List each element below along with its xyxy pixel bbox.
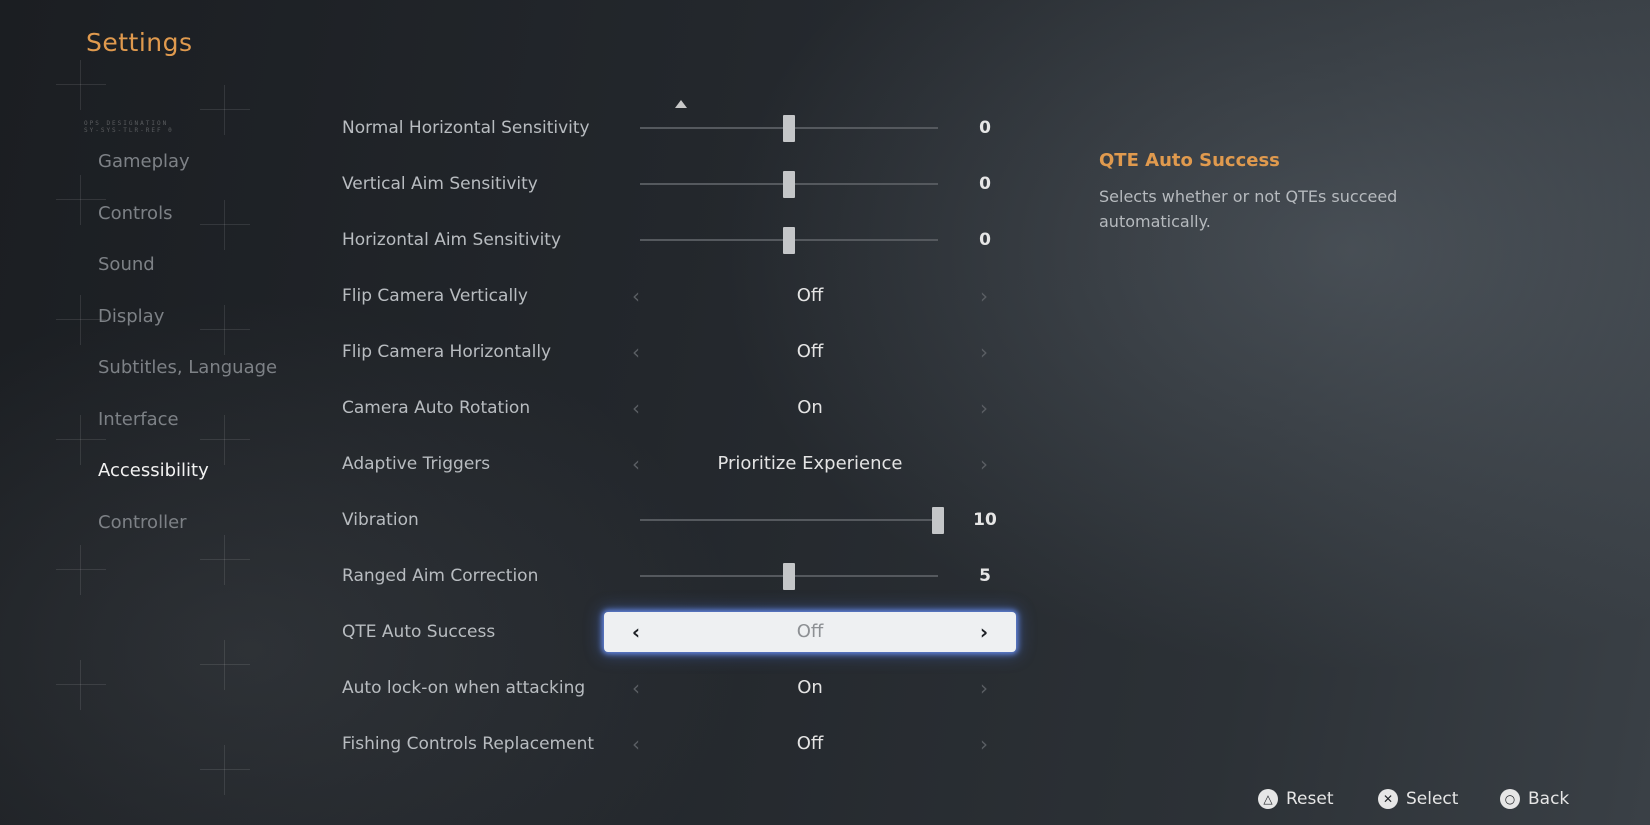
back-button[interactable]: ○ Back: [1500, 789, 1569, 809]
circle-button-icon: ○: [1500, 789, 1520, 809]
setting-label: Flip Camera Horizontally: [342, 342, 552, 362]
setting-row-camera-auto-rotation[interactable]: Camera Auto Rotation ‹ On ›: [0, 380, 1000, 436]
triangle-button-icon: △: [1258, 789, 1278, 809]
page-title: Settings: [86, 28, 193, 57]
chevron-left-icon[interactable]: ‹: [626, 324, 646, 380]
setting-row-normal-horizontal-sensitivity[interactable]: Normal Horizontal Sensitivity 0: [0, 100, 1000, 156]
option-value: Off: [796, 341, 824, 362]
slider-handle[interactable]: [783, 115, 795, 142]
slider-value: 5: [979, 566, 991, 586]
chevron-left-icon[interactable]: ‹: [626, 604, 646, 660]
slider-handle[interactable]: [783, 563, 795, 590]
chevron-right-icon[interactable]: ›: [974, 380, 994, 436]
chevron-left-icon[interactable]: ‹: [626, 268, 646, 324]
setting-label: Vertical Aim Sensitivity: [342, 174, 538, 194]
reset-button[interactable]: △ Reset: [1258, 789, 1334, 809]
option-value: Off: [796, 621, 824, 642]
chevron-left-icon[interactable]: ‹: [626, 380, 646, 436]
chevron-right-icon[interactable]: ›: [974, 716, 994, 772]
chevron-right-icon[interactable]: ›: [974, 604, 994, 660]
slider-track[interactable]: [640, 519, 938, 521]
option-value: On: [797, 677, 823, 698]
back-label: Back: [1528, 789, 1570, 809]
setting-row-horizontal-aim-sensitivity[interactable]: Horizontal Aim Sensitivity 0: [0, 212, 1000, 268]
chevron-right-icon[interactable]: ›: [974, 268, 994, 324]
setting-row-fishing-controls-replacement[interactable]: Fishing Controls Replacement ‹ Off ›: [0, 716, 1000, 772]
cross-button-icon: ✕: [1378, 789, 1398, 809]
setting-row-flip-camera-vertically[interactable]: Flip Camera Vertically ‹ Off ›: [0, 268, 1000, 324]
setting-label: Camera Auto Rotation: [342, 398, 531, 418]
setting-row-vibration[interactable]: Vibration 10: [0, 492, 1000, 548]
slider-handle[interactable]: [932, 507, 944, 534]
description-text: Selects whether or not QTEs succeed auto…: [1099, 187, 1398, 231]
option-value: Off: [796, 285, 824, 306]
option-value: Off: [796, 733, 824, 754]
setting-label: Adaptive Triggers: [342, 454, 491, 474]
slider-value: 0: [979, 118, 991, 138]
chevron-left-icon[interactable]: ‹: [626, 436, 646, 492]
setting-row-adaptive-triggers[interactable]: Adaptive Triggers ‹ Prioritize Experience ›: [0, 436, 1000, 492]
description-title: QTE Auto Success: [1099, 150, 1280, 171]
setting-label: Vibration: [342, 510, 419, 530]
chevron-right-icon[interactable]: ›: [974, 324, 994, 380]
chevron-right-icon[interactable]: ›: [974, 436, 994, 492]
option-value: On: [797, 397, 823, 418]
slider-value: 10: [973, 510, 997, 530]
select-button[interactable]: ✕ Select: [1378, 789, 1458, 809]
setting-label: Normal Horizontal Sensitivity: [342, 118, 590, 138]
setting-row-qte-auto-success[interactable]: QTE Auto Success ‹ Off ›: [0, 604, 1016, 660]
button-prompt-bar: △ Reset ✕ Select ○ Back: [0, 781, 1650, 825]
setting-label: QTE Auto Success: [342, 622, 496, 642]
chevron-left-icon[interactable]: ‹: [626, 716, 646, 772]
setting-label: Auto lock-on when attacking: [342, 678, 586, 698]
select-label: Select: [1406, 789, 1459, 809]
chevron-right-icon[interactable]: ›: [974, 660, 994, 716]
slider-handle[interactable]: [783, 227, 795, 254]
setting-label: Flip Camera Vertically: [342, 286, 528, 306]
slider-value: 0: [979, 174, 991, 194]
setting-row-flip-camera-horizontally[interactable]: Flip Camera Horizontally ‹ Off ›: [0, 324, 1000, 380]
option-value: Prioritize Experience: [717, 453, 903, 474]
setting-label: Horizontal Aim Sensitivity: [342, 230, 562, 250]
setting-label: Ranged Aim Correction: [342, 566, 539, 586]
slider-handle[interactable]: [783, 171, 795, 198]
chevron-left-icon[interactable]: ‹: [626, 660, 646, 716]
slider-value: 0: [979, 230, 991, 250]
setting-row-vertical-aim-sensitivity[interactable]: Vertical Aim Sensitivity 0: [0, 156, 1000, 212]
reset-label: Reset: [1286, 789, 1334, 809]
setting-row-auto-lock-on-when-attacking[interactable]: Auto lock-on when attacking ‹ On ›: [0, 660, 1000, 716]
setting-row-ranged-aim-correction[interactable]: Ranged Aim Correction 5: [0, 548, 1000, 604]
setting-label: Fishing Controls Replacement: [342, 734, 595, 754]
